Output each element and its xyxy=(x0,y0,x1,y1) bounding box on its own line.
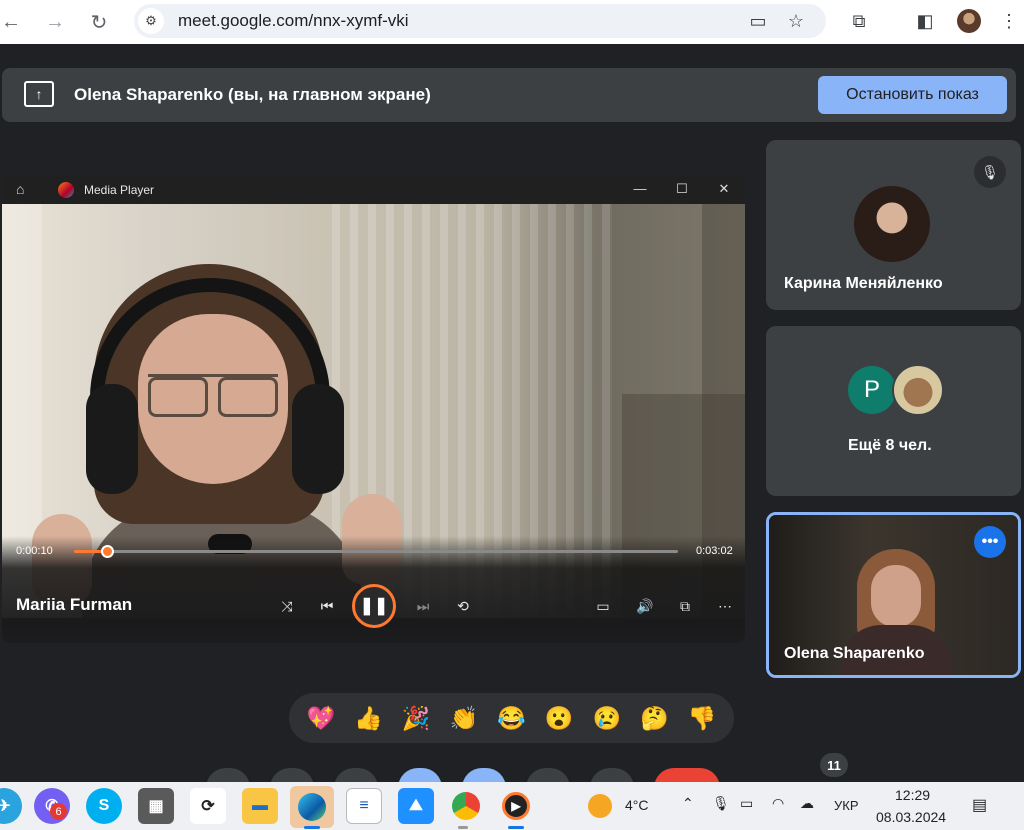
weather-icon[interactable] xyxy=(588,794,612,818)
bookmark-star-icon[interactable]: ☆ xyxy=(784,9,808,33)
taskbar-active-indicator xyxy=(458,826,468,829)
volume-icon[interactable]: 🔊 xyxy=(634,595,656,617)
more-participants-label: Ещё 8 чел. xyxy=(848,437,932,454)
seek-thumb[interactable] xyxy=(101,545,115,558)
presenting-banner: ↑ Olena Shaparenko (вы, на главном экран… xyxy=(2,68,1016,122)
menu-kebab-icon[interactable]: ⋮ xyxy=(994,6,1024,36)
capybara-avatar xyxy=(892,364,944,416)
captions-icon[interactable]: ▭ xyxy=(592,595,614,617)
photos-icon[interactable]: ⛰ xyxy=(398,788,434,824)
reaction-clapping[interactable]: 👏 xyxy=(446,700,482,736)
side-panel-icon[interactable]: ◧ xyxy=(910,6,940,36)
sync-icon[interactable]: ⟳ xyxy=(190,788,226,824)
taskbar-active-indicator xyxy=(304,826,320,829)
edge-icon[interactable] xyxy=(290,786,334,828)
home-icon[interactable]: ⌂ xyxy=(16,181,24,197)
extensions-icon[interactable]: ⧉ xyxy=(844,6,874,36)
pause-button[interactable]: ❚❚ xyxy=(352,584,396,628)
next-icon[interactable]: ⏭ xyxy=(412,595,434,617)
more-options-button[interactable]: ••• xyxy=(974,526,1006,558)
stop-presenting-button[interactable]: Остановить показ xyxy=(818,76,1007,114)
show-hidden-icons[interactable]: ⌃ xyxy=(682,795,694,812)
participant-avatar xyxy=(854,186,930,262)
reaction-thumbs-down[interactable]: 👎 xyxy=(684,700,720,736)
self-name: Olena Shaparenko xyxy=(784,645,925,662)
clock-time[interactable]: 12:29 xyxy=(895,787,930,803)
onedrive-icon[interactable]: ☁ xyxy=(800,795,814,812)
headphone-left xyxy=(86,384,138,494)
mic-off-icon: 🎙 xyxy=(974,156,1006,188)
repeat-icon[interactable]: ⟲ xyxy=(452,595,474,617)
microphone-icon[interactable]: 🎙 xyxy=(712,795,730,812)
camera-icon[interactable]: ▭ xyxy=(746,9,770,33)
reaction-surprised[interactable]: 😮 xyxy=(541,700,577,736)
reaction-sparkling-heart[interactable]: 💖 xyxy=(303,700,339,736)
headphone-right xyxy=(292,384,344,494)
reaction-laughing[interactable]: 😂 xyxy=(493,700,529,736)
viber-badge: 6 xyxy=(50,803,67,820)
notifications-icon[interactable]: ▤ xyxy=(972,795,987,815)
reaction-thinking[interactable]: 🤔 xyxy=(636,700,672,736)
speaker-name: Mariia Furman xyxy=(16,595,133,614)
back-arrow-icon[interactable]: ← xyxy=(0,7,26,37)
url-text: meet.google.com/nnx-xymf-vki xyxy=(178,11,409,30)
chrome-icon[interactable] xyxy=(448,788,484,824)
profile-avatar[interactable] xyxy=(954,6,984,36)
file-explorer-icon[interactable]: ▬ xyxy=(242,788,278,824)
playback-controls: 0:00:10 0:03:02 Mariia Furman ⤨ ⏮ ❚❚ ⏭ ⟲… xyxy=(2,536,745,643)
address-bar[interactable]: ⚙ meet.google.com/nnx-xymf-vki ▭ ☆ xyxy=(134,4,826,38)
site-settings-icon[interactable]: ⚙ xyxy=(138,8,164,34)
media-player-titlebar: ⌂ Media Player — ☐ ✕ xyxy=(2,176,745,204)
miniplayer-icon[interactable]: ⧉ xyxy=(674,595,696,617)
weather-temperature[interactable]: 4°C xyxy=(625,797,649,813)
participant-count-badge: 11 xyxy=(820,753,848,777)
current-time: 0:00:10 xyxy=(16,545,53,557)
calculator-icon[interactable]: ▦ xyxy=(138,788,174,824)
presenting-text: Olena Shaparenko (вы, на главном экране) xyxy=(74,85,431,104)
media-player-title: Media Player xyxy=(84,183,155,197)
wordpad-icon[interactable]: ≡ xyxy=(346,788,382,824)
clock-date[interactable]: 08.03.2024 xyxy=(876,809,946,825)
browser-toolbar: ← → ↻ ⚙ meet.google.com/nnx-xymf-vki ▭ ☆… xyxy=(0,0,1024,44)
reload-icon[interactable]: ↻ xyxy=(84,7,114,37)
media-player-window: ⌂ Media Player — ☐ ✕ 0:00:10 0:03:02 Mar… xyxy=(2,176,745,643)
more-participants-tile[interactable] xyxy=(766,326,1021,496)
present-screen-icon: ↑ xyxy=(24,81,54,107)
wifi-icon[interactable]: ◠ xyxy=(772,795,784,812)
skype-icon[interactable]: S xyxy=(86,788,122,824)
participant-name: Карина Меняйленко xyxy=(784,275,943,292)
reaction-party-popper[interactable]: 🎉 xyxy=(398,700,434,736)
media-player-taskbar-icon[interactable]: ▶ xyxy=(498,788,534,824)
battery-icon[interactable]: ▭ xyxy=(740,795,753,812)
participant-letter-avatar: P xyxy=(848,366,896,414)
self-video-face xyxy=(871,565,921,627)
reactions-bar: 💖 👍 🎉 👏 😂 😮 😢 🤔 👎 xyxy=(289,693,734,743)
total-time: 0:03:02 xyxy=(696,545,733,557)
maximize-icon[interactable]: ☐ xyxy=(672,181,692,197)
language-indicator[interactable]: УКР xyxy=(834,798,859,813)
media-player-logo xyxy=(58,182,74,198)
more-options-icon[interactable]: ⋯ xyxy=(714,595,736,617)
seek-bar[interactable] xyxy=(74,545,678,558)
forward-arrow-icon[interactable]: → xyxy=(40,7,70,37)
previous-icon[interactable]: ⏮ xyxy=(316,595,338,617)
close-icon[interactable]: ✕ xyxy=(714,181,734,197)
minimize-icon[interactable]: — xyxy=(630,181,650,196)
reaction-crying[interactable]: 😢 xyxy=(589,700,625,736)
shuffle-icon[interactable]: ⤨ xyxy=(276,595,298,617)
reaction-thumbs-up[interactable]: 👍 xyxy=(350,700,386,736)
taskbar-active-indicator xyxy=(508,826,524,829)
